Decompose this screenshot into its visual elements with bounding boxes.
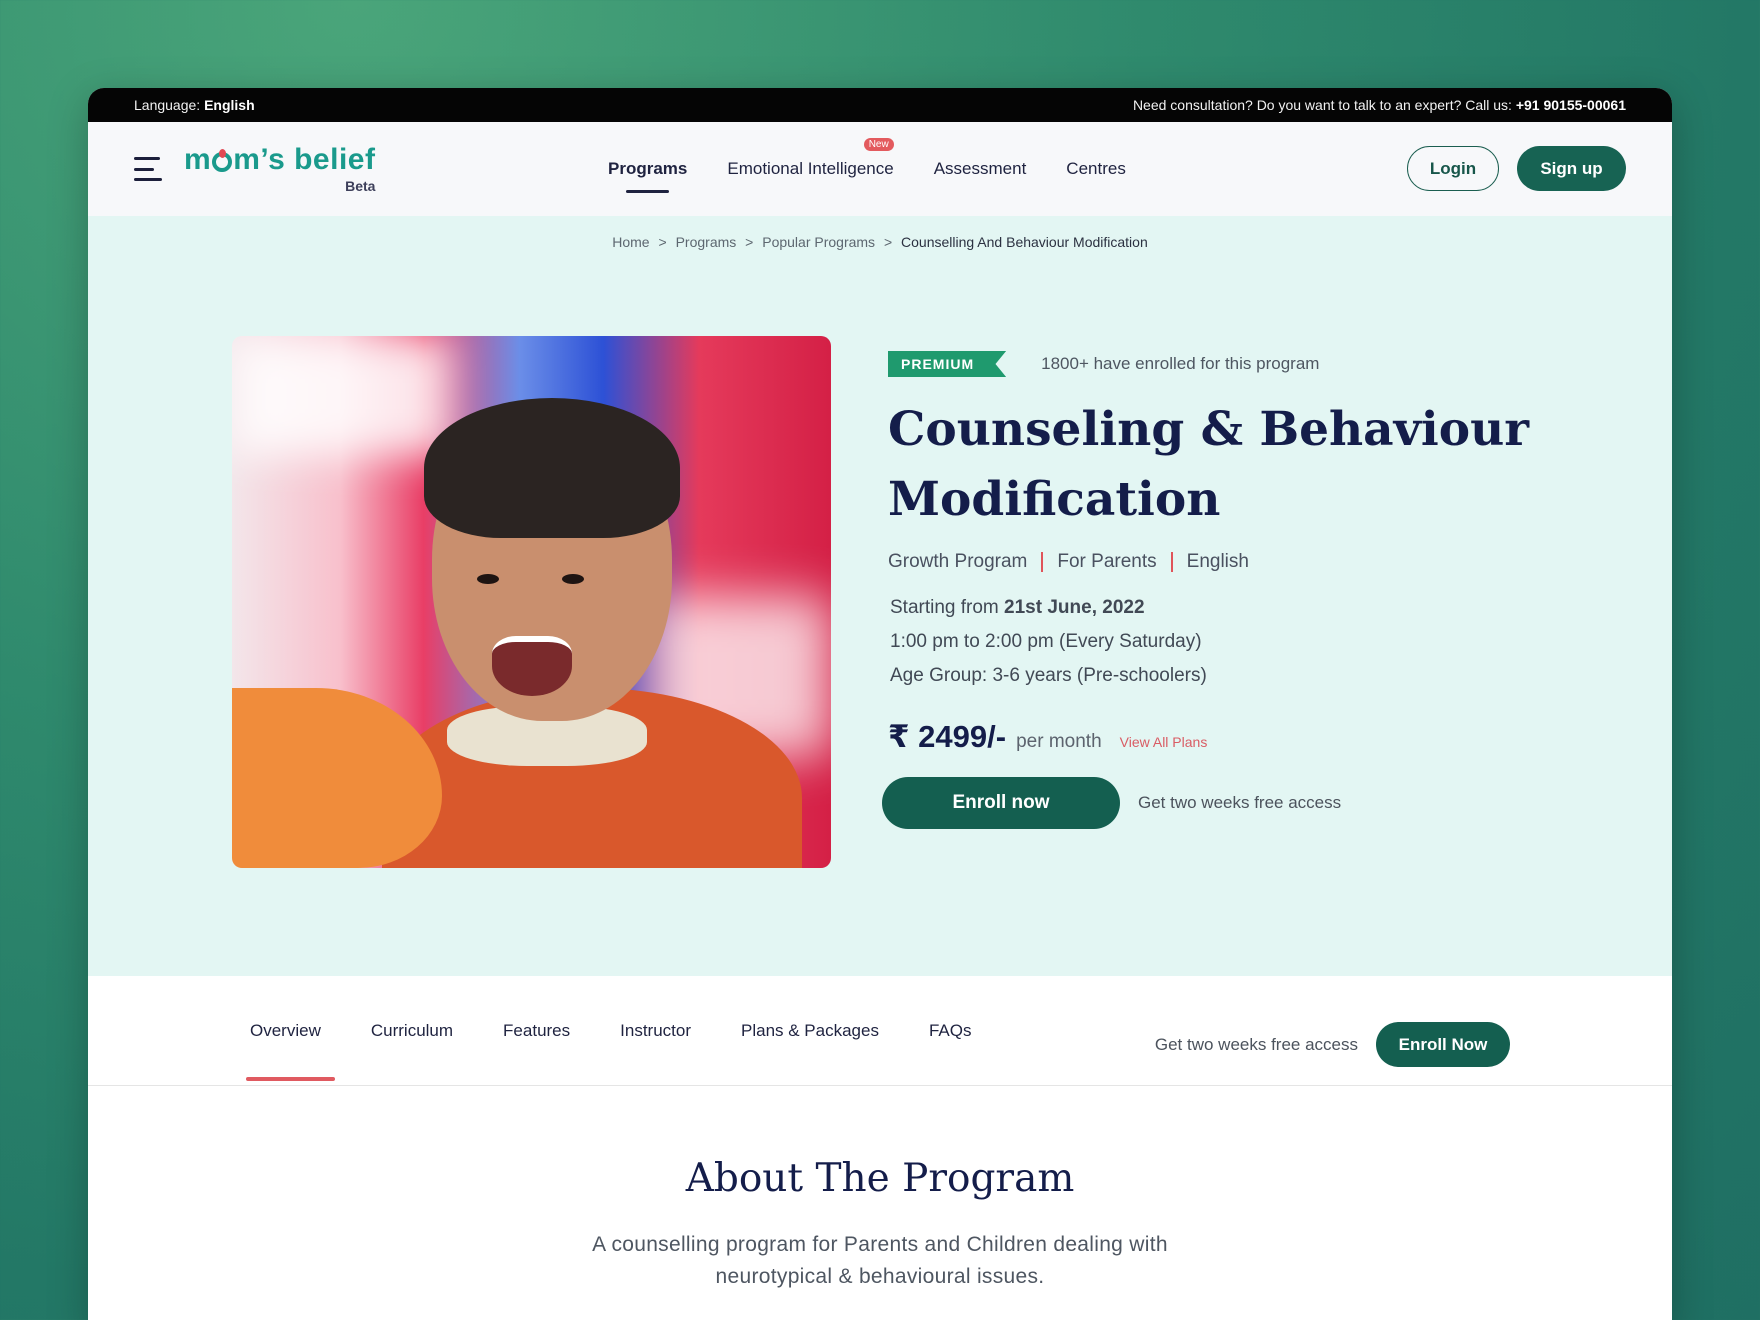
breadcrumb-current: Counselling And Behaviour Modification (901, 234, 1148, 250)
tab-overview[interactable]: Overview (246, 1021, 335, 1081)
enroll-now-button[interactable]: Enroll now (882, 777, 1120, 829)
beta-label: Beta (345, 178, 376, 194)
price: ₹ 2499/- (888, 719, 1007, 754)
tab-features[interactable]: Features (501, 1021, 572, 1041)
divider (1041, 552, 1044, 572)
language-value[interactable]: English (204, 97, 255, 113)
about-section: About The Program A counselling program … (88, 1086, 1672, 1293)
premium-badge: PREMIUM (888, 351, 1007, 377)
logo-text-start: m (184, 143, 212, 176)
sticky-cta: Get two weeks free access Enroll Now (1155, 1022, 1510, 1067)
phone-link[interactable]: +91 90155-00061 (1516, 97, 1626, 113)
nav-programs[interactable]: Programs (608, 159, 688, 193)
breadcrumb-home[interactable]: Home (612, 234, 649, 250)
program-title: Counseling & Behaviour Modification (888, 402, 1530, 527)
divider (1170, 552, 1173, 572)
program-image (232, 336, 831, 868)
logo-text-end: m’s belief (233, 143, 376, 176)
cta-row: Enroll now Get two weeks free access (882, 777, 1588, 829)
enroll-now-sticky-button[interactable]: Enroll Now (1376, 1022, 1510, 1067)
price-row: ₹ 2499/- per month View All Plans (888, 719, 1588, 755)
breadcrumb-separator: > (658, 234, 667, 250)
free-access-text: Get two weeks free access (1138, 793, 1342, 812)
new-badge: New (863, 138, 894, 151)
breadcrumb-programs[interactable]: Programs (676, 234, 737, 250)
logo-mother-icon (212, 149, 233, 172)
nav-label: Assessment (933, 159, 1027, 178)
tab-plans-packages[interactable]: Plans & Packages (739, 1021, 881, 1041)
price-period: per month (1016, 731, 1102, 752)
about-description: A counselling program for Parents and Ch… (592, 1233, 1168, 1288)
free-access-text: Get two weeks free access (1154, 1034, 1358, 1054)
tab-faqs[interactable]: FAQs (927, 1021, 974, 1041)
view-all-plans-link[interactable]: View All Plans (1120, 734, 1208, 750)
program-schedule: Starting from 21st June, 2022 1:00 pm to… (888, 591, 1588, 693)
enrolled-count: 1800+ have enrolled for this program (1041, 354, 1320, 373)
nav-label: Emotional Intelligence (727, 159, 894, 178)
about-heading: About The Program (685, 1156, 1075, 1201)
program-audience: For Parents (1057, 551, 1157, 572)
main-nav: Programs Emotional Intelligence New Asse… (608, 122, 1126, 216)
program-hero: Home > Programs > Popular Programs > Cou… (88, 216, 1672, 976)
breadcrumb-separator: > (883, 234, 893, 250)
nav-label: Centres (1066, 159, 1126, 178)
start-date-line: Starting from 21st June, 2022 (890, 597, 1145, 618)
login-button[interactable]: Login (1407, 146, 1499, 191)
session-time: 1:00 pm to 2:00 pm (Every Saturday) (890, 631, 1202, 652)
language-selector[interactable]: Language: English (134, 97, 255, 113)
breadcrumb-popular-programs[interactable]: Popular Programs (762, 234, 875, 250)
program-language: English (1186, 551, 1249, 572)
program-meta: Growth Program For Parents English (888, 551, 1588, 573)
browser-page: Language: English Need consultation? Do … (88, 88, 1672, 1320)
auth-buttons: Login Sign up (1407, 146, 1626, 191)
breadcrumb: Home > Programs > Popular Programs > Cou… (88, 234, 1672, 250)
section-tabs: Overview Curriculum Features Instructor … (88, 976, 1672, 1086)
top-info-bar: Language: English Need consultation? Do … (88, 88, 1672, 122)
hamburger-menu-icon[interactable] (134, 157, 162, 181)
signup-button[interactable]: Sign up (1517, 146, 1626, 191)
language-label: Language: (134, 97, 201, 113)
nav-centres[interactable]: Centres (1066, 159, 1126, 179)
program-info: PREMIUM 1800+ have enrolled for this pro… (882, 351, 1588, 829)
nav-label: Programs (608, 159, 688, 178)
nav-emotional-intelligence[interactable]: Emotional Intelligence New (727, 138, 894, 179)
program-type: Growth Program (888, 551, 1028, 572)
breadcrumb-separator: > (745, 234, 754, 250)
site-header: m m’s belief Beta Programs Emotional Int… (88, 122, 1672, 216)
logo[interactable]: m m’s belief Beta (184, 143, 376, 194)
nav-assessment[interactable]: Assessment (934, 159, 1027, 179)
start-date: 21st June, 2022 (1004, 597, 1145, 618)
tab-instructor[interactable]: Instructor (618, 1021, 693, 1041)
age-group: Age Group: 3-6 years (Pre-schoolers) (890, 665, 1207, 686)
consultation-info: Need consultation? Do you want to talk t… (1133, 97, 1626, 113)
tab-curriculum[interactable]: Curriculum (369, 1021, 455, 1041)
consultation-text: Need consultation? Do you want to talk t… (1132, 97, 1512, 113)
